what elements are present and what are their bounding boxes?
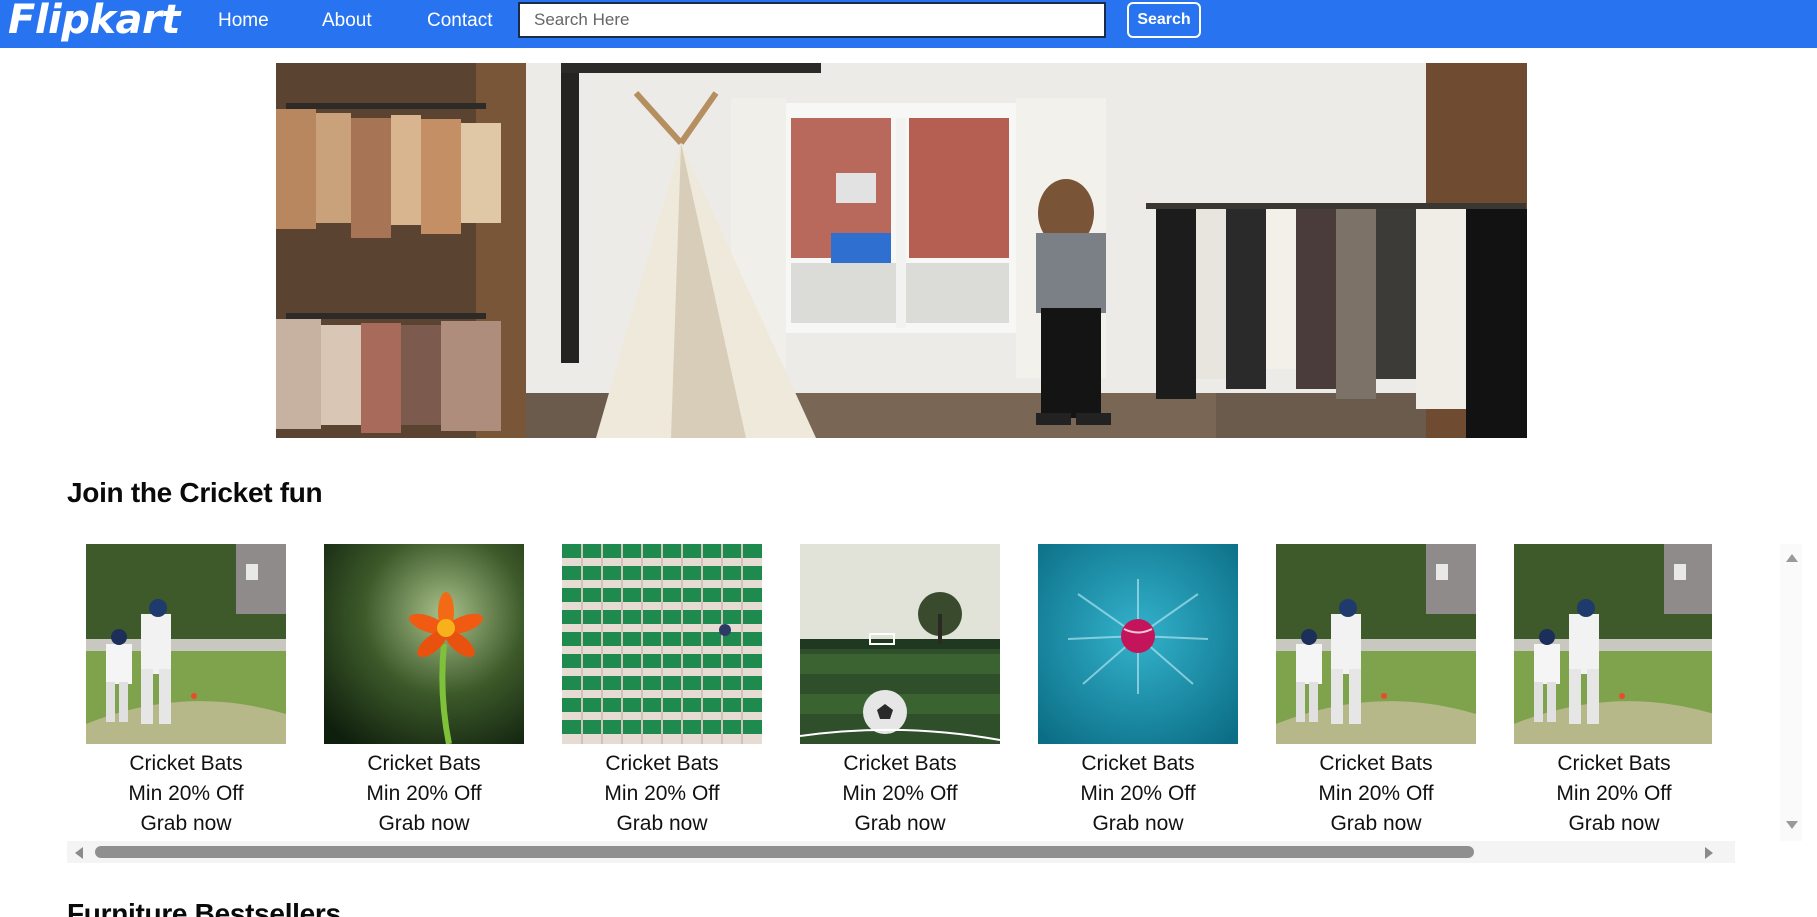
product-name: Cricket Bats xyxy=(1081,752,1195,775)
product-offer: Min 20% Off xyxy=(1318,782,1434,805)
orange-flower-image[interactable] xyxy=(324,544,524,744)
cricket-products-carousel[interactable]: Cricket Bats Min 20% Off Grab now Cricke… xyxy=(67,540,1802,863)
cricket-batsman-image[interactable] xyxy=(1276,544,1476,744)
product-offer: Min 20% Off xyxy=(366,782,482,805)
product-card[interactable]: Cricket Bats Min 20% Off Grab now xyxy=(800,544,1000,844)
hero-banner-image xyxy=(276,63,1527,438)
product-card[interactable]: Cricket Bats Min 20% Off Grab now xyxy=(1038,544,1238,844)
product-name: Cricket Bats xyxy=(129,752,243,775)
section-title-cricket: Join the Cricket fun xyxy=(67,477,323,508)
scroll-down-arrow-icon[interactable] xyxy=(1786,821,1798,829)
product-offer: Min 20% Off xyxy=(1080,782,1196,805)
search-input[interactable] xyxy=(518,2,1106,38)
stadium-seats-image[interactable] xyxy=(562,544,762,744)
product-offer: Min 20% Off xyxy=(604,782,720,805)
search-button[interactable]: Search xyxy=(1127,2,1201,38)
section-title-furniture: Furniture Bestsellers xyxy=(67,898,341,917)
product-name: Cricket Bats xyxy=(1319,752,1433,775)
product-offer: Min 20% Off xyxy=(128,782,244,805)
nav-link-about[interactable]: About xyxy=(322,0,372,42)
product-cta[interactable]: Grab now xyxy=(562,809,762,839)
navbar: Flipkart Home About Contact Search xyxy=(0,0,1817,48)
product-card[interactable]: Cricket Bats Min 20% Off Grab now xyxy=(562,544,762,844)
nav-link-contact[interactable]: Contact xyxy=(427,0,492,42)
product-card[interactable]: Cricket Bats Min 20% Off Grab now xyxy=(86,544,286,844)
product-cta[interactable]: Grab now xyxy=(86,809,286,839)
product-name: Cricket Bats xyxy=(843,752,957,775)
product-cta[interactable]: Grab now xyxy=(800,809,1000,839)
product-cta[interactable]: Grab now xyxy=(1276,809,1476,839)
product-card[interactable]: Cricket Bats Min 20% Off Grab now xyxy=(1276,544,1476,844)
product-name: Cricket Bats xyxy=(367,752,481,775)
flipkart-logo[interactable]: Flipkart xyxy=(8,0,180,44)
scroll-up-arrow-icon[interactable] xyxy=(1786,554,1798,562)
product-card[interactable]: Cricket Bats Min 20% Off Grab now xyxy=(1514,544,1712,844)
nav-link-home[interactable]: Home xyxy=(218,0,269,42)
vertical-scrollbar[interactable] xyxy=(1780,544,1802,841)
product-offer: Min 20% Off xyxy=(1556,782,1672,805)
product-name: Cricket Bats xyxy=(1557,752,1671,775)
product-cta[interactable]: Grab now xyxy=(1514,809,1712,839)
cricket-batsman-image[interactable] xyxy=(86,544,286,744)
product-cta[interactable]: Grab now xyxy=(324,809,524,839)
football-field-image[interactable] xyxy=(800,544,1000,744)
product-name: Cricket Bats xyxy=(605,752,719,775)
product-card[interactable]: Cricket Bats Min 20% Off Grab now xyxy=(324,544,524,844)
product-offer: Min 20% Off xyxy=(842,782,958,805)
cricket-batsman-image[interactable] xyxy=(1514,544,1712,744)
cricket-ball-image[interactable] xyxy=(1038,544,1238,744)
horizontal-scrollbar[interactable] xyxy=(67,841,1735,863)
product-card-list: Cricket Bats Min 20% Off Grab now Cricke… xyxy=(86,544,1712,844)
scroll-left-arrow-icon[interactable] xyxy=(75,847,83,859)
product-cta[interactable]: Grab now xyxy=(1038,809,1238,839)
horizontal-scrollbar-thumb[interactable] xyxy=(95,846,1474,858)
scroll-right-arrow-icon[interactable] xyxy=(1705,847,1713,859)
